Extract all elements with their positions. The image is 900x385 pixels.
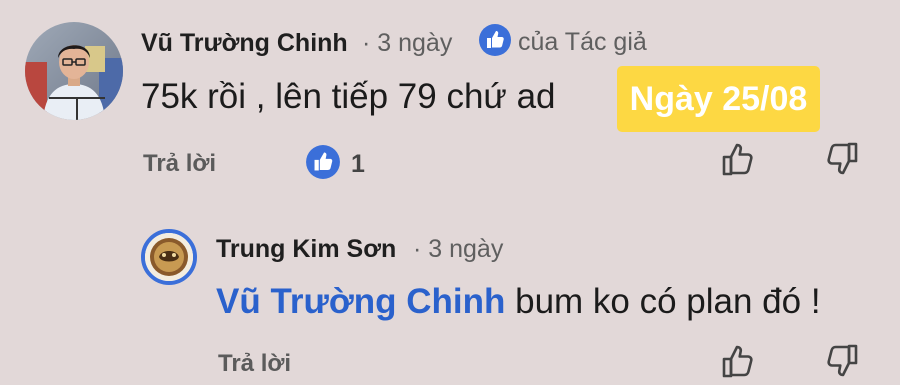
mention-link[interactable]: Vũ Trường Chinh xyxy=(216,282,505,321)
date-badge: Ngày 25/08 xyxy=(617,66,820,132)
author-liked-label: của Tác giả xyxy=(518,27,647,56)
author-liked-indicator: của Tác giả xyxy=(478,23,647,62)
comment-author-name[interactable]: Vũ Trường Chinh xyxy=(141,29,348,58)
thumbs-up-outline-icon xyxy=(719,342,757,385)
reply-button[interactable]: Trả lời xyxy=(218,350,291,378)
comment-time: · 3 ngày xyxy=(362,29,453,57)
reply-text: Vũ Trường Chinh bum ko có plan đó ! xyxy=(216,282,821,322)
avatar[interactable] xyxy=(141,229,197,285)
dislike-button[interactable] xyxy=(822,141,862,181)
reply-time: · 3 ngày xyxy=(413,235,504,263)
thumbs-down-outline-icon xyxy=(823,140,861,183)
like-button[interactable] xyxy=(718,141,758,181)
dislike-button[interactable] xyxy=(822,343,862,383)
thumbs-up-icon xyxy=(478,23,512,62)
reply-button[interactable]: Trả lời xyxy=(143,150,216,178)
thumbs-up-icon xyxy=(305,144,341,185)
avatar[interactable] xyxy=(25,22,123,120)
like-count[interactable]: 1 xyxy=(305,144,365,185)
comment-text: 75k rồi , lên tiếp 79 chứ ad xyxy=(141,77,556,116)
like-button[interactable] xyxy=(718,343,758,383)
reply-text-body: bum ko có plan đó ! xyxy=(505,282,821,321)
reply-author-name[interactable]: Trung Kim Sơn xyxy=(216,235,396,264)
thumbs-up-outline-icon xyxy=(719,140,757,183)
like-count-number: 1 xyxy=(351,149,365,178)
thumbs-down-outline-icon xyxy=(823,342,861,385)
